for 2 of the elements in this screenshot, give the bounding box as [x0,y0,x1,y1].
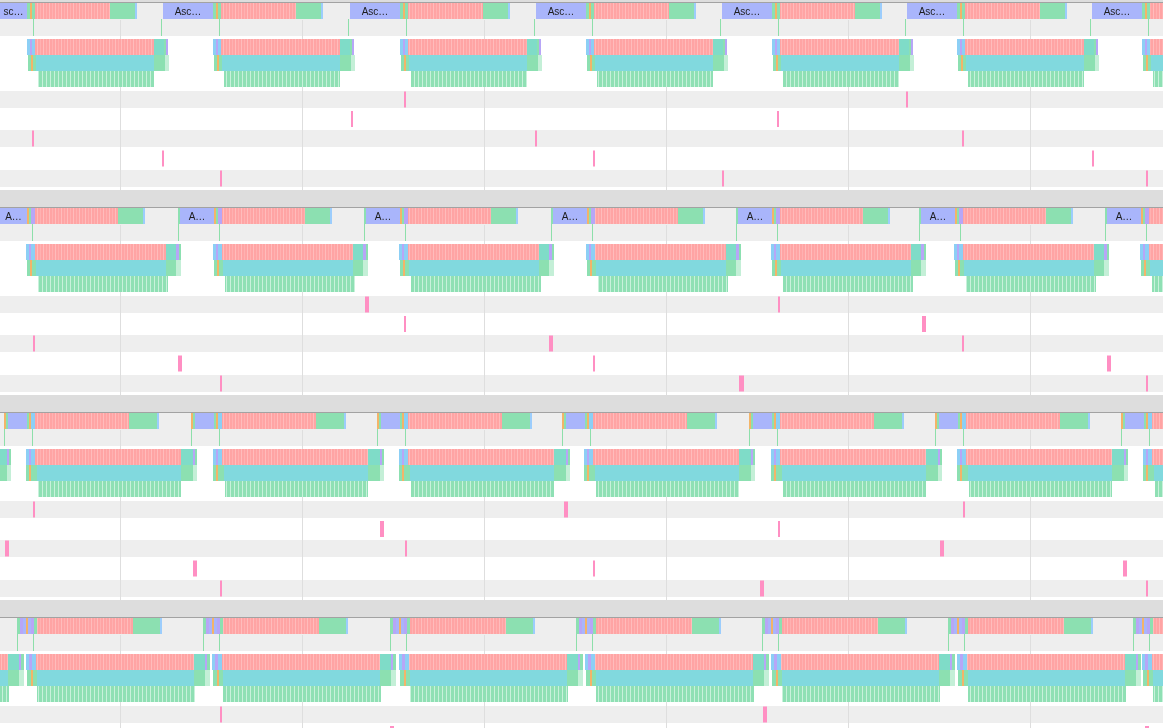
task-block[interactable]: A… [0,208,27,224]
task-block[interactable]: sc… [0,3,27,19]
